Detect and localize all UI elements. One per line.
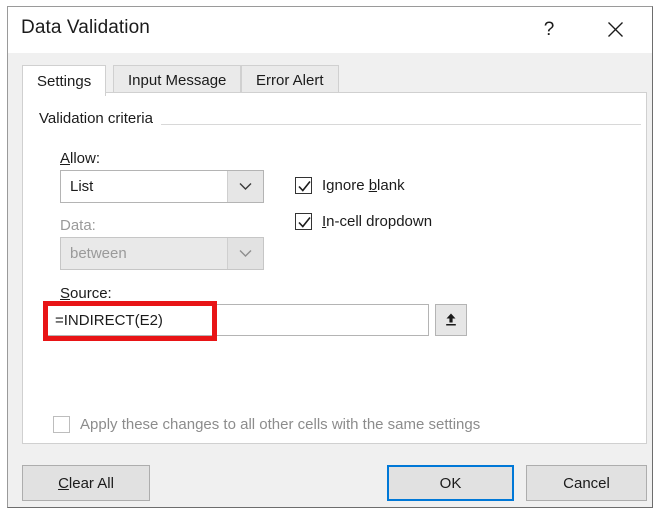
- tab-input-message[interactable]: Input Message: [113, 65, 242, 95]
- apply-all-checkbox: Apply these changes to all other cells w…: [53, 416, 480, 433]
- ok-button[interactable]: OK: [387, 465, 514, 501]
- tab-input-message-label: Input Message: [128, 72, 227, 89]
- cancel-label: Cancel: [563, 474, 610, 492]
- data-label: Data:: [60, 217, 96, 234]
- data-validation-dialog: Data Validation ? Settings Input Message…: [7, 6, 653, 508]
- collapse-dialog-arrow-icon: [446, 313, 456, 326]
- tab-settings-label: Settings: [37, 72, 92, 90]
- allow-dropdown-chevron-button[interactable]: [227, 171, 263, 202]
- clear-all-button[interactable]: Clear All: [22, 465, 150, 501]
- chevron-down-icon: [239, 183, 252, 190]
- source-input[interactable]: =INDIRECT(E2): [45, 304, 429, 336]
- apply-all-checkbox-box: [53, 416, 70, 433]
- tab-settings[interactable]: Settings: [22, 65, 107, 96]
- chevron-down-icon: [239, 250, 252, 257]
- clear-all-label: Clear All: [58, 474, 114, 492]
- range-picker-button[interactable]: [435, 304, 467, 336]
- ignore-blank-label: Ignore blank: [322, 177, 405, 194]
- in-cell-dropdown-checkbox-box: [295, 213, 312, 230]
- checkmark-icon: [298, 181, 311, 192]
- in-cell-dropdown-checkbox[interactable]: In-cell dropdown: [295, 213, 432, 230]
- close-button[interactable]: [592, 7, 638, 52]
- tab-error-alert-label: Error Alert: [256, 72, 324, 89]
- in-cell-dropdown-label: In-cell dropdown: [322, 213, 433, 230]
- allow-dropdown[interactable]: List: [60, 170, 264, 203]
- ignore-blank-checkbox-box: [295, 177, 312, 194]
- dialog-title: Data Validation: [21, 17, 150, 38]
- question-mark-icon: ?: [543, 19, 555, 40]
- cancel-button[interactable]: Cancel: [526, 465, 647, 501]
- data-dropdown-chevron-button: [227, 238, 263, 269]
- tab-strip: Settings Input Message Error Alert: [8, 53, 652, 96]
- validation-criteria-label: Validation criteria: [39, 110, 161, 127]
- close-icon: [607, 22, 623, 37]
- ok-label: OK: [439, 474, 462, 492]
- apply-all-label: Apply these changes to all other cells w…: [80, 416, 481, 433]
- screenshot-root: Data Validation ? Settings Input Message…: [0, 0, 660, 514]
- allow-dropdown-value: List: [70, 178, 94, 195]
- data-dropdown: between: [60, 237, 264, 270]
- dialog-titlebar: Data Validation ?: [8, 7, 652, 53]
- source-label: Source:: [60, 285, 112, 302]
- checkmark-icon: [298, 217, 311, 228]
- data-dropdown-value: between: [70, 245, 127, 262]
- tab-error-alert[interactable]: Error Alert: [241, 65, 339, 95]
- settings-tab-panel: Validation criteria Allow: List Data: be…: [22, 92, 647, 444]
- source-row: =INDIRECT(E2): [45, 304, 467, 336]
- help-button[interactable]: ?: [526, 7, 572, 52]
- ignore-blank-checkbox[interactable]: Ignore blank: [295, 177, 405, 194]
- allow-label: Allow:: [60, 150, 101, 167]
